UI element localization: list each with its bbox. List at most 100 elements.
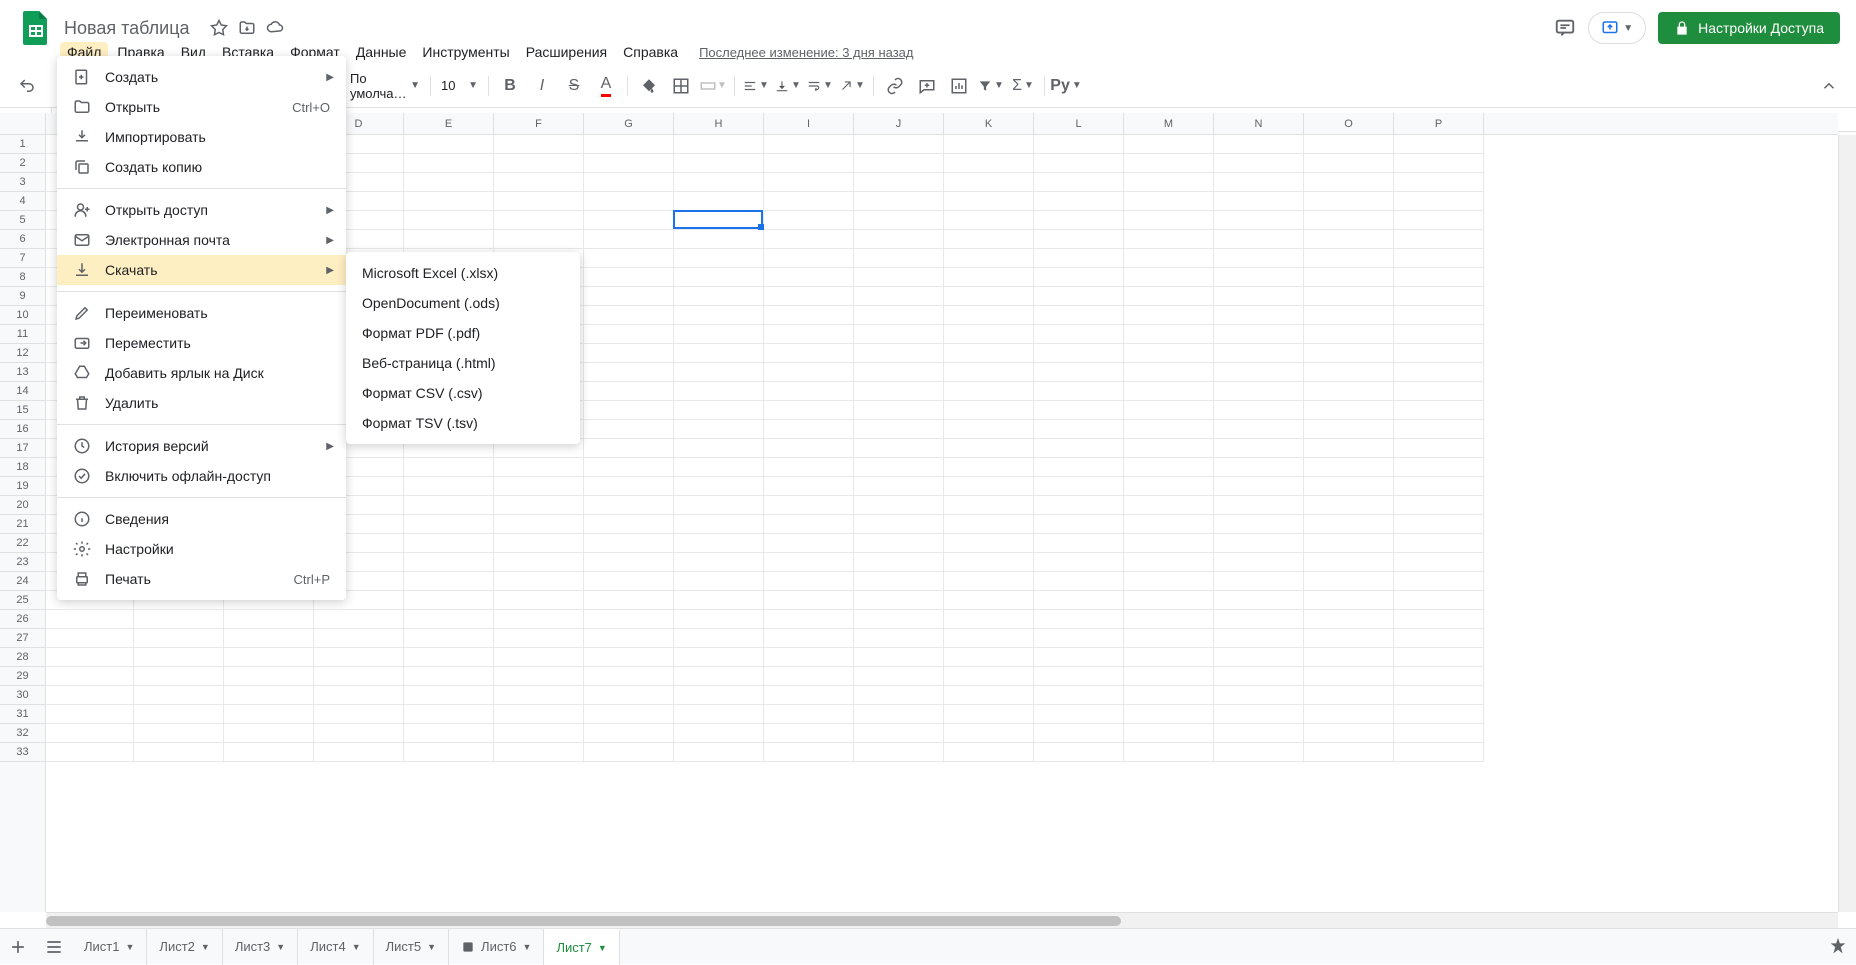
cell[interactable] <box>584 439 674 458</box>
cell[interactable] <box>1214 743 1304 762</box>
cell[interactable] <box>1304 686 1394 705</box>
cell[interactable] <box>944 610 1034 629</box>
cell[interactable] <box>1034 553 1124 572</box>
cell[interactable] <box>404 192 494 211</box>
download-option[interactable]: Веб-страница (.html) <box>346 348 580 378</box>
cell[interactable] <box>764 154 854 173</box>
row-header[interactable]: 22 <box>0 534 45 553</box>
row-header[interactable]: 8 <box>0 268 45 287</box>
cell[interactable] <box>584 553 674 572</box>
cell[interactable] <box>1214 230 1304 249</box>
sheet-tab[interactable]: Лист3▼ <box>223 929 298 965</box>
cell[interactable] <box>1394 306 1484 325</box>
cell[interactable] <box>1304 306 1394 325</box>
cell[interactable] <box>1034 154 1124 173</box>
cell[interactable] <box>1124 154 1214 173</box>
cell[interactable] <box>764 572 854 591</box>
font-size-select[interactable]: 10▼ <box>437 78 482 93</box>
cell[interactable] <box>1394 629 1484 648</box>
cell[interactable] <box>1394 477 1484 496</box>
cell[interactable] <box>1214 211 1304 230</box>
cell[interactable] <box>764 743 854 762</box>
cell[interactable] <box>314 724 404 743</box>
sheet-menu-caret-icon[interactable]: ▼ <box>201 942 210 952</box>
cell[interactable] <box>1034 743 1124 762</box>
cell[interactable] <box>134 743 224 762</box>
cell[interactable] <box>584 572 674 591</box>
cell[interactable] <box>854 287 944 306</box>
cell[interactable] <box>674 439 764 458</box>
cell[interactable] <box>764 401 854 420</box>
cell[interactable] <box>46 724 134 743</box>
cell[interactable] <box>944 515 1034 534</box>
cell[interactable] <box>854 496 944 515</box>
file-menu-item[interactable]: Открыть доступ▶ <box>57 195 346 225</box>
cell[interactable] <box>1214 306 1304 325</box>
cell[interactable] <box>1394 515 1484 534</box>
cell[interactable] <box>1034 477 1124 496</box>
cell[interactable] <box>1304 439 1394 458</box>
row-header[interactable]: 11 <box>0 325 45 344</box>
cell[interactable] <box>1214 192 1304 211</box>
cell[interactable] <box>1394 154 1484 173</box>
rotate-button[interactable]: ▼ <box>837 71 867 101</box>
cell[interactable] <box>944 572 1034 591</box>
cell[interactable] <box>944 268 1034 287</box>
cell[interactable] <box>674 382 764 401</box>
cell[interactable] <box>584 287 674 306</box>
cell[interactable] <box>584 591 674 610</box>
cell[interactable] <box>944 724 1034 743</box>
cell[interactable] <box>674 724 764 743</box>
cell[interactable] <box>944 211 1034 230</box>
cell[interactable] <box>764 477 854 496</box>
cell[interactable] <box>1394 363 1484 382</box>
cell[interactable] <box>1304 211 1394 230</box>
italic-button[interactable]: I <box>527 71 557 101</box>
cell[interactable] <box>1214 154 1304 173</box>
cell[interactable] <box>1214 610 1304 629</box>
cell[interactable] <box>1214 420 1304 439</box>
cell[interactable] <box>764 192 854 211</box>
cell[interactable] <box>674 173 764 192</box>
cell[interactable] <box>134 724 224 743</box>
cell[interactable] <box>854 743 944 762</box>
cell[interactable] <box>1124 515 1214 534</box>
row-header[interactable]: 13 <box>0 363 45 382</box>
column-header[interactable]: M <box>1124 113 1214 134</box>
cell[interactable] <box>46 667 134 686</box>
cell[interactable] <box>674 648 764 667</box>
cell[interactable] <box>944 135 1034 154</box>
cell[interactable] <box>674 287 764 306</box>
cell[interactable] <box>1214 667 1304 686</box>
cell[interactable] <box>1214 325 1304 344</box>
cell[interactable] <box>1304 192 1394 211</box>
cell[interactable] <box>764 724 854 743</box>
cell[interactable] <box>46 629 134 648</box>
cell[interactable] <box>1214 629 1304 648</box>
cell[interactable] <box>1034 363 1124 382</box>
column-header[interactable]: L <box>1034 113 1124 134</box>
cell[interactable] <box>46 705 134 724</box>
cell[interactable] <box>944 667 1034 686</box>
cell[interactable] <box>494 211 584 230</box>
cell[interactable] <box>1304 629 1394 648</box>
halign-button[interactable]: ▼ <box>741 71 771 101</box>
sheet-tab[interactable]: Лист1▼ <box>72 929 147 965</box>
sheet-tab[interactable]: Лист4▼ <box>298 929 373 965</box>
cell[interactable] <box>764 344 854 363</box>
cell[interactable] <box>404 553 494 572</box>
cell[interactable] <box>404 230 494 249</box>
all-sheets-button[interactable] <box>36 929 72 965</box>
cell[interactable] <box>854 724 944 743</box>
cell[interactable] <box>584 306 674 325</box>
cloud-icon[interactable] <box>266 19 284 37</box>
row-header[interactable]: 30 <box>0 686 45 705</box>
cell[interactable] <box>764 591 854 610</box>
cell[interactable] <box>764 287 854 306</box>
cell[interactable] <box>1214 268 1304 287</box>
cell[interactable] <box>1034 287 1124 306</box>
cell[interactable] <box>854 591 944 610</box>
cell[interactable] <box>224 724 314 743</box>
cell[interactable] <box>944 363 1034 382</box>
cell[interactable] <box>1214 287 1304 306</box>
